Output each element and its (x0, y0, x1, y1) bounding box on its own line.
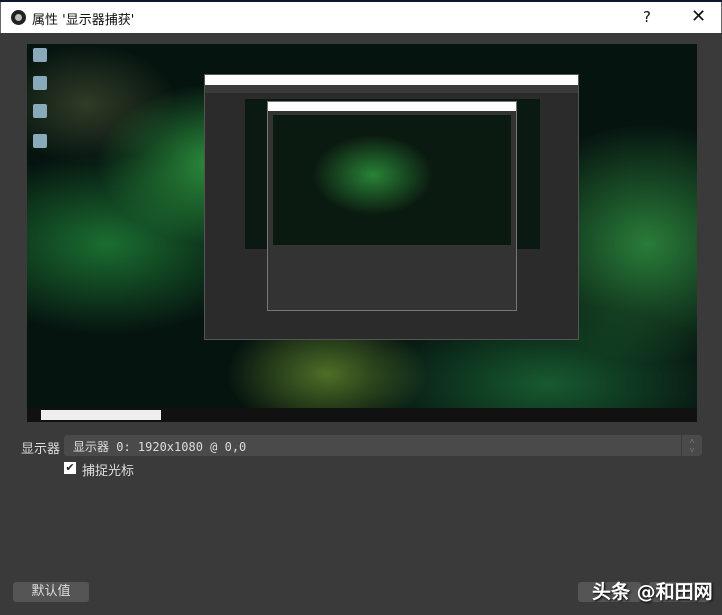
desktop-icon (33, 134, 47, 148)
close-button[interactable]: ✕ (691, 6, 706, 27)
nested-taskbar (27, 408, 697, 422)
watermark: 头条 @和田网 (592, 581, 713, 603)
capture-cursor-checkbox[interactable]: ✔ (64, 462, 76, 474)
desktop-icon (33, 104, 47, 118)
display-label: 显示器 (21, 442, 61, 457)
nested-obs-window (204, 74, 579, 340)
dialog-title: 属性 '显示器捕获' (32, 13, 135, 28)
nested-properties-dialog (267, 101, 517, 311)
help-button[interactable]: ? (643, 8, 651, 26)
capture-cursor-label[interactable]: 捕捉光标 (82, 460, 134, 479)
title-bar: 属性 '显示器捕获' ? ✕ (0, 2, 722, 33)
defaults-button[interactable]: 默认值 (13, 582, 89, 602)
display-select-value: 显示器 0: 1920x1080 @ 0,0 (73, 440, 247, 454)
desktop-icon (33, 48, 47, 62)
capture-preview (27, 44, 697, 422)
display-select[interactable]: 显示器 0: 1920x1080 @ 0,0 ˄ ˅ (64, 435, 702, 456)
desktop-icon (33, 76, 47, 90)
obs-logo-icon (11, 10, 26, 25)
up-down-chevron-icon: ˄ ˅ (681, 435, 702, 456)
